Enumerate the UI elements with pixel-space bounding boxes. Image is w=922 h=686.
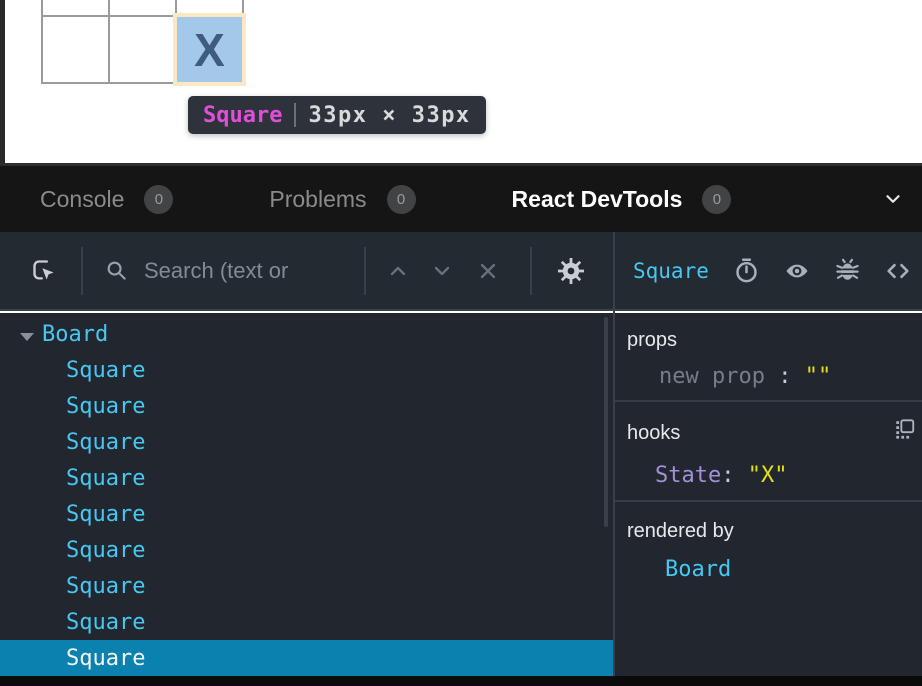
inspect-overlay-tooltip: Square 33px × 33px bbox=[188, 96, 486, 134]
tab-label: Problems bbox=[269, 186, 366, 213]
tree-row[interactable]: Square bbox=[0, 568, 613, 604]
next-result-icon[interactable] bbox=[430, 259, 454, 283]
devtools-tab[interactable]: Problems 0 bbox=[269, 185, 415, 214]
new-prop-input[interactable]: new prop bbox=[659, 364, 765, 389]
props-section-title: props bbox=[627, 329, 912, 352]
component-name: Square bbox=[66, 466, 145, 491]
tab-badge: 0 bbox=[144, 185, 173, 214]
board-square[interactable] bbox=[43, 0, 108, 15]
rendered-by-section: rendered by Board bbox=[615, 502, 922, 674]
tree-row[interactable]: Square bbox=[0, 532, 613, 568]
tree-row[interactable]: Square bbox=[0, 352, 613, 388]
view-source-code-icon[interactable] bbox=[884, 257, 912, 285]
browser-page: X Square 33px × 33px bbox=[0, 0, 922, 163]
new-prop-value-input[interactable]: "" bbox=[805, 364, 832, 389]
props-section: props new prop : "" bbox=[615, 313, 922, 402]
devtools-window: X Square 33px × 33px Console 0 Problems … bbox=[0, 0, 922, 686]
previous-result-icon[interactable] bbox=[386, 259, 410, 283]
board-square[interactable] bbox=[110, 0, 175, 15]
search-icon bbox=[105, 259, 128, 282]
hook-state-name: State bbox=[655, 463, 721, 488]
component-name: Square bbox=[66, 358, 145, 383]
component-name: Square bbox=[66, 574, 145, 599]
tab-label: Console bbox=[40, 186, 124, 213]
parse-hook-names-icon[interactable] bbox=[894, 418, 916, 440]
inspector-toolbar: Square bbox=[615, 232, 922, 311]
selected-component-title: Square bbox=[633, 259, 709, 283]
tree-row[interactable]: Square bbox=[0, 424, 613, 460]
tooltip-component-name: Square bbox=[203, 103, 282, 128]
settings-gear-icon[interactable] bbox=[556, 256, 586, 286]
hook-state-value[interactable]: "X" bbox=[748, 463, 788, 488]
devtools-tab[interactable]: Console 0 bbox=[40, 185, 173, 214]
search-input[interactable] bbox=[144, 258, 356, 284]
tictactoe-board: X bbox=[41, 0, 244, 84]
tooltip-divider bbox=[294, 103, 296, 127]
bottom-edge bbox=[0, 676, 922, 686]
toolbar-divider bbox=[81, 247, 83, 295]
component-name: Board bbox=[42, 322, 108, 347]
tree-toolbar bbox=[0, 232, 613, 311]
tree-row[interactable]: Square bbox=[0, 604, 613, 640]
tooltip-dimensions: 33px × 33px bbox=[308, 103, 470, 128]
tree-row[interactable]: Square bbox=[0, 460, 613, 496]
component-name: Square bbox=[66, 646, 145, 671]
tree-row[interactable]: Board bbox=[0, 316, 613, 352]
devtools-tab[interactable]: React DevTools 0 bbox=[512, 185, 732, 214]
toolbar-divider bbox=[364, 247, 366, 295]
toolbar-divider bbox=[530, 247, 532, 295]
owner-link-board[interactable]: Board bbox=[627, 557, 912, 582]
hooks-section-title: hooks bbox=[627, 422, 912, 445]
devtools-tabbar: Console 0 Problems 0 React DevTools 0 bbox=[0, 163, 922, 232]
hooks-section: hooks State: "X" bbox=[615, 402, 922, 502]
rendered-by-title: rendered by bbox=[627, 520, 912, 543]
tab-label: React DevTools bbox=[512, 186, 683, 213]
inspect-element-icon[interactable] bbox=[30, 257, 57, 284]
log-bug-icon[interactable] bbox=[834, 257, 861, 284]
inspector-panel: props new prop : "" hooks State: bbox=[615, 313, 922, 676]
expander-triangle-icon[interactable] bbox=[20, 322, 42, 347]
square-mark: X bbox=[194, 23, 225, 77]
tree-scrollbar[interactable] bbox=[604, 317, 608, 527]
tree-row[interactable]: Square bbox=[0, 388, 613, 424]
colon: : bbox=[721, 463, 734, 488]
panel-divider[interactable] bbox=[613, 232, 615, 676]
window-edge bbox=[0, 0, 5, 163]
component-name: Square bbox=[66, 538, 145, 563]
tree-row[interactable]: Square bbox=[0, 496, 613, 532]
inspect-dom-eye-icon[interactable] bbox=[783, 257, 811, 285]
component-name: Square bbox=[66, 430, 145, 455]
tab-badge: 0 bbox=[387, 185, 416, 214]
tab-badge: 0 bbox=[702, 185, 731, 214]
component-name: Square bbox=[66, 502, 145, 527]
board-square[interactable] bbox=[110, 17, 175, 82]
board-square[interactable] bbox=[43, 17, 108, 82]
suspend-stopwatch-icon[interactable] bbox=[733, 257, 760, 284]
colon: : bbox=[778, 364, 791, 389]
component-tree: Board Square Square Square Square bbox=[0, 313, 613, 676]
board-square[interactable] bbox=[177, 0, 242, 15]
clear-search-icon[interactable] bbox=[476, 259, 500, 283]
board-square-highlighted[interactable]: X bbox=[177, 17, 242, 82]
tree-row[interactable]: Square bbox=[0, 640, 613, 676]
chevron-down-icon[interactable] bbox=[882, 188, 904, 210]
component-name: Square bbox=[66, 610, 145, 635]
component-name: Square bbox=[66, 394, 145, 419]
